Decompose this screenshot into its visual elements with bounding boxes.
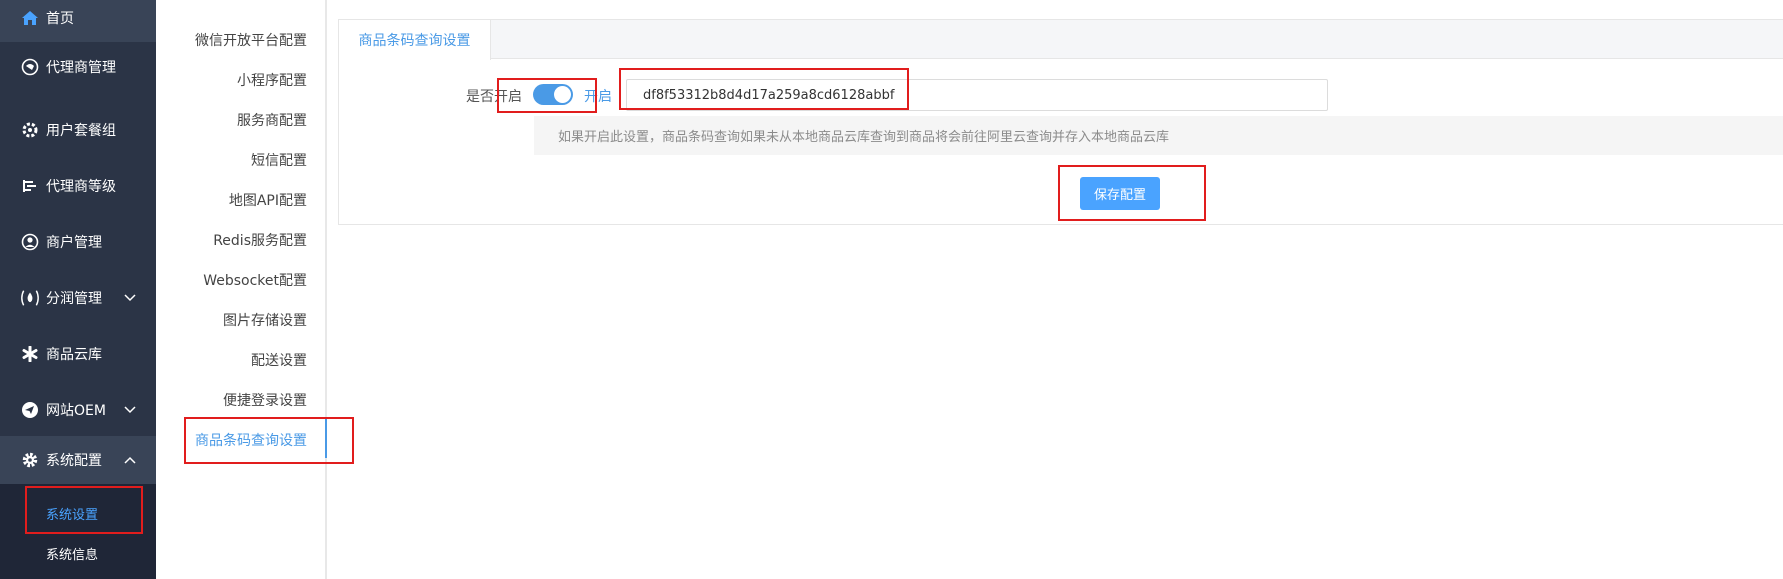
submenu-item-system-settings[interactable]: 系统设置 <box>46 504 98 523</box>
sidebar-item-label: 用户套餐组 <box>46 123 116 139</box>
nav-item-miniprogram[interactable]: 小程序配置 <box>237 70 307 90</box>
send-icon <box>20 400 40 420</box>
sidebar-item-label: 商品云库 <box>46 347 102 363</box>
submenu-item-system-info[interactable]: 系统信息 <box>46 544 98 563</box>
sidebar-item-label: 代理商管理 <box>46 59 116 76</box>
enable-label: 是否开启 <box>466 89 522 105</box>
level-icon <box>20 176 40 196</box>
package-icon <box>20 120 40 140</box>
sidebar-item-merchant[interactable]: 商户管理 <box>0 218 156 266</box>
sidebar-item-label: 商户管理 <box>46 235 102 251</box>
nav-item-websocket[interactable]: Websocket配置 <box>203 270 307 290</box>
chevron-up-icon <box>124 452 136 468</box>
nav-item-image-storage[interactable]: 图片存储设置 <box>223 310 307 330</box>
save-config-button[interactable]: 保存配置 <box>1080 177 1160 210</box>
chevron-down-icon <box>124 402 136 418</box>
sidebar-item-cloud[interactable]: 商品云库 <box>0 330 156 378</box>
sidebar-item-package[interactable]: 用户套餐组 <box>0 106 156 154</box>
sidebar-item-label: 首页 <box>46 11 74 27</box>
user-icon <box>20 232 40 252</box>
toggle-state-text: 开启 <box>584 89 612 105</box>
sidebar-item-label: 系统配置 <box>46 453 102 469</box>
nav-item-service-provider[interactable]: 服务商配置 <box>237 110 307 130</box>
nav-item-barcode-query[interactable]: 商品条码查询设置 <box>195 430 307 450</box>
sidebar-item-profit[interactable]: 分润管理 <box>0 274 156 322</box>
toggle-knob <box>554 86 571 103</box>
profit-icon <box>20 288 40 308</box>
sidebar-item-label: 分润管理 <box>46 291 102 307</box>
asterisk-icon <box>20 344 40 364</box>
sidebar-item-system-config[interactable]: 系统配置 <box>0 436 156 484</box>
system-config-submenu: 系统设置 系统信息 <box>0 484 156 579</box>
help-text: 如果开启此设置，商品条码查询如果未从本地商品云库查询到商品将会前往阿里云查询并存… <box>534 116 1783 155</box>
appcode-input[interactable] <box>626 79 1328 111</box>
sidebar-item-agent[interactable]: 代理商管理 <box>0 42 156 91</box>
sidebar-item-label: 网站OEM <box>46 403 106 419</box>
nav-item-sms[interactable]: 短信配置 <box>251 150 307 170</box>
sidebar-item-level[interactable]: 代理商等级 <box>0 162 156 210</box>
sidebar-item-oem[interactable]: 网站OEM <box>0 386 156 434</box>
tab-barcode-query[interactable]: 商品条码查询设置 <box>339 20 491 60</box>
chevron-down-icon <box>124 290 136 306</box>
tab-bar: 商品条码查询设置 <box>339 20 1783 60</box>
sidebar-item-label: 代理商等级 <box>46 179 116 195</box>
sidebar-item-home[interactable]: 首页 <box>0 0 156 42</box>
nav-item-wechat-open[interactable]: 微信开放平台配置 <box>195 30 307 50</box>
nav-item-redis[interactable]: Redis服务配置 <box>213 230 307 250</box>
gear-icon <box>20 450 40 470</box>
sidebar: 首页 代理商管理 用户套餐组 代理商等级 商户管理 分润管理 商品云库 网站OE… <box>0 0 156 579</box>
nav-active-indicator <box>325 418 327 458</box>
nav-item-map-api[interactable]: 地图API配置 <box>229 190 307 210</box>
nav-item-delivery[interactable]: 配送设置 <box>251 350 307 370</box>
enable-toggle[interactable] <box>533 84 573 105</box>
nav-item-quick-login[interactable]: 便捷登录设置 <box>223 390 307 410</box>
config-nav: 微信开放平台配置 小程序配置 服务商配置 短信配置 地图API配置 Redis服… <box>156 0 327 579</box>
home-icon <box>20 8 40 28</box>
agent-icon <box>20 57 40 77</box>
